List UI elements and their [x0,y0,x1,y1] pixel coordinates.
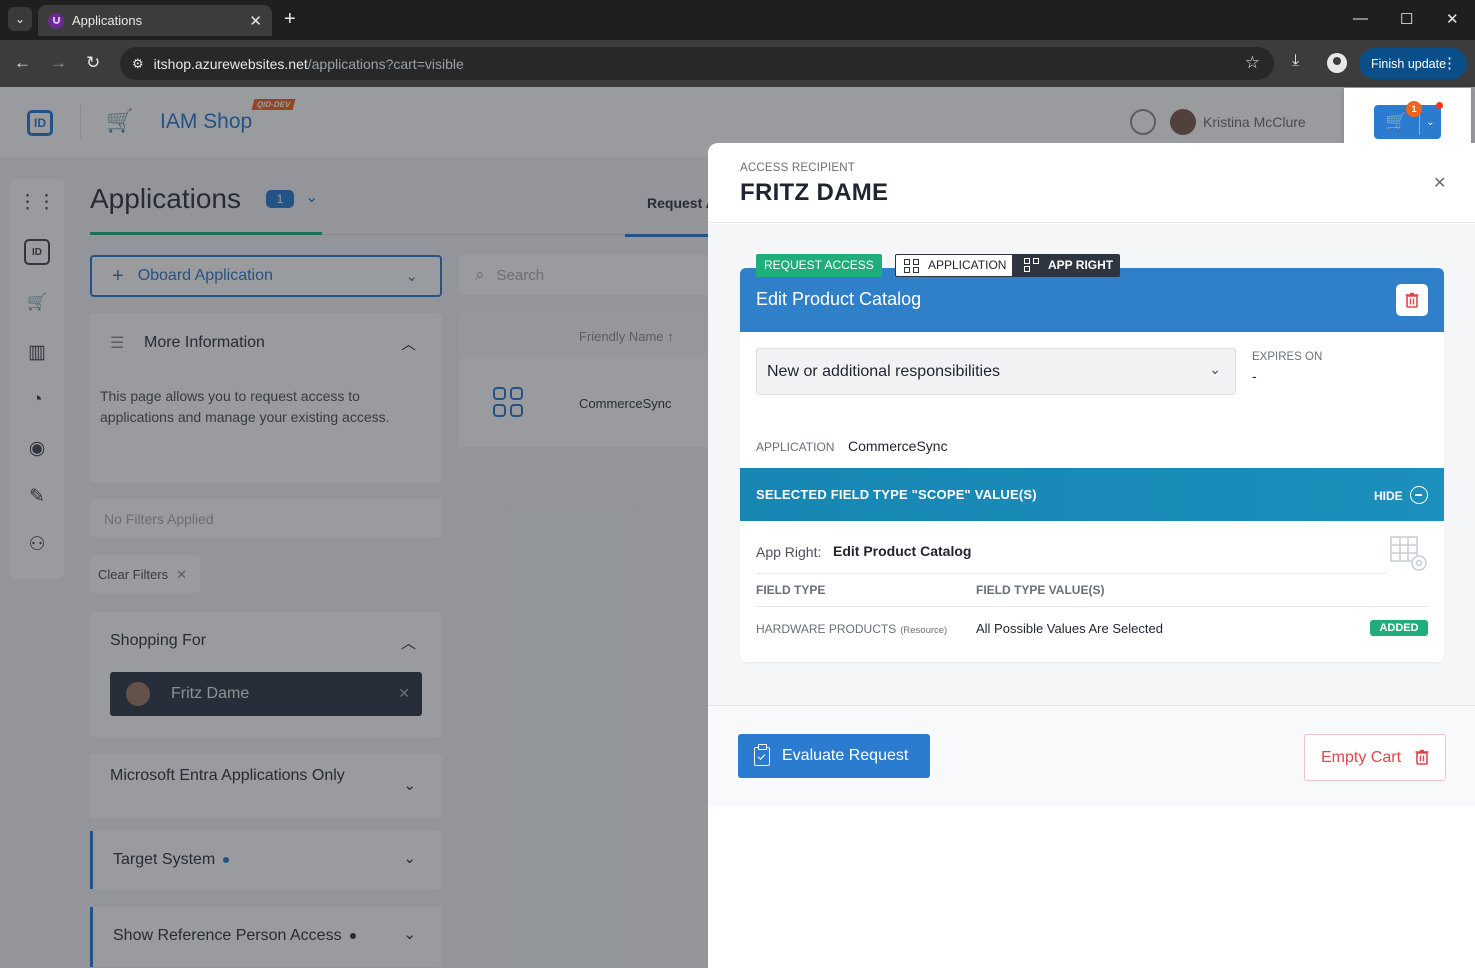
cart-item-title: Edit Product Catalog [756,289,922,309]
column-header-field-values: FIELD TYPE VALUE(S) [976,583,1105,597]
url-text: itshop.azurewebsites.net/applications?ca… [153,55,464,72]
download-icon[interactable]: ⤓ [1292,52,1299,70]
site-favicon-icon [48,12,64,29]
new-tab-icon[interactable]: + [284,9,296,29]
application-label: APPLICATION [756,440,835,454]
trash-icon [1415,749,1429,765]
recipient-label: ACCESS RECIPIENT [740,162,856,174]
table-settings-icon[interactable] [1390,536,1428,572]
browser-tab[interactable]: Applications ✕ [38,5,272,36]
evaluate-label: Evaluate Request [782,747,909,764]
expires-label: EXPIRES ON [1252,351,1323,363]
hide-button[interactable]: HIDE [1374,489,1403,503]
bookmark-star-icon[interactable]: ☆ [1245,53,1260,73]
divider [756,573,1386,574]
evaluate-request-button[interactable]: Evaluate Request [738,734,930,778]
tab-search-button[interactable]: ⌄ [8,7,32,31]
cart-drawer: ACCESS RECIPIENT FRITZ DAME ✕ REQUEST AC… [708,143,1475,968]
application-value: CommerceSync [848,438,948,454]
back-icon[interactable]: ← [14,53,31,73]
cart-item-card: Edit Product Catalog New or additional r… [740,268,1444,662]
app-right-label: App Right: [756,544,822,560]
divider [756,606,1428,607]
reason-select[interactable]: New or additional responsibilities ⌄ [756,348,1236,395]
cart-item-header: Edit Product Catalog [740,268,1444,332]
tab-title: Applications [72,13,143,28]
status-badge: ADDED [1370,620,1428,636]
chevron-down-icon: ⌄ [1209,361,1221,377]
empty-cart-button[interactable]: Empty Cart [1304,734,1446,781]
browser-menu-icon[interactable]: ⋮ [1442,54,1457,72]
close-icon[interactable]: ✕ [1433,173,1446,193]
column-header-field-type: FIELD TYPE [756,583,826,597]
scope-section-header: SELECTED FIELD TYPE "SCOPE" VALUE(S) HID… [740,468,1444,521]
finish-update-label: Finish update [1371,56,1447,71]
field-value-cell: All Possible Values Are Selected [976,621,1163,636]
forward-icon[interactable]: → [50,53,67,73]
app-right-icon [1024,258,1040,273]
site-info-icon[interactable]: ⚙ [132,56,144,72]
browser-tab-bar: ⌄ Applications ✕ + — ☐ ✕ [0,0,1475,40]
reason-value: New or additional responsibilities [767,363,1001,380]
recipient-name: FRITZ DAME [740,179,889,206]
app-right-value: Edit Product Catalog [833,543,972,559]
field-type-cell: HARDWARE PRODUCTS (Resource) [756,622,948,636]
tab-close-icon[interactable]: ✕ [249,12,262,30]
minimize-icon[interactable]: — [1353,10,1368,27]
reload-icon[interactable]: ↻ [86,53,100,73]
maximize-icon[interactable]: ☐ [1400,10,1413,28]
profile-icon[interactable] [1327,53,1347,73]
browser-toolbar: ← → ↻ ⚙ itshop.azurewebsites.net/applica… [0,40,1475,87]
expires-value: - [1252,368,1257,384]
empty-cart-label: Empty Cart [1321,748,1402,766]
cart-count-badge: 1 [1406,101,1422,117]
notification-dot [1436,102,1443,109]
drawer-header: ACCESS RECIPIENT FRITZ DAME ✕ [708,143,1475,223]
app-right-tag: APP RIGHT [1013,254,1120,277]
window-close-icon[interactable]: ✕ [1446,10,1459,28]
delete-item-button[interactable] [1396,284,1428,316]
scope-title: SELECTED FIELD TYPE "SCOPE" VALUE(S) [756,487,1037,502]
cart-button[interactable]: 🛒 ⌄ 1 [1374,101,1443,139]
chevron-down-icon[interactable]: ⌄ [1420,105,1441,139]
address-bar[interactable]: ⚙ itshop.azurewebsites.net/applications?… [120,47,1274,80]
clipboard-check-icon [754,744,770,766]
drawer-footer: Evaluate Request Empty Cart [708,706,1475,806]
trash-icon [1405,292,1419,308]
app-grid-icon [904,259,920,274]
request-access-tag: REQUEST ACCESS [756,254,882,277]
application-tag: APPLICATION [895,254,1013,277]
finish-update-button[interactable]: Finish update ⋮ [1359,48,1467,79]
collapse-icon[interactable] [1410,486,1428,504]
